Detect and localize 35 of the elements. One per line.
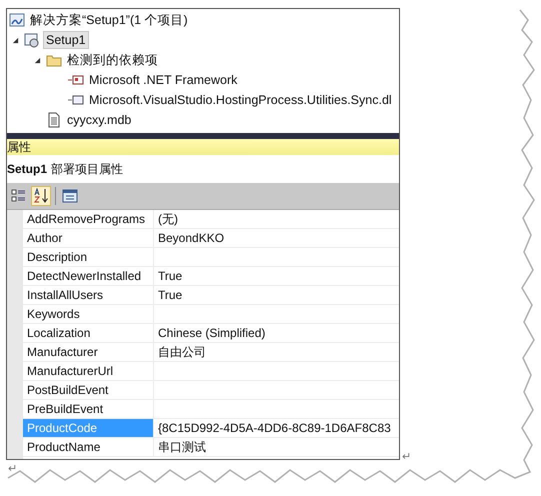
property-value[interactable]: 串口测试 bbox=[154, 438, 399, 456]
property-value[interactable]: 自由公司 bbox=[154, 343, 399, 361]
property-name[interactable]: PostBuildEvent bbox=[23, 381, 154, 399]
property-value[interactable]: True bbox=[154, 267, 399, 285]
property-name[interactable]: Author bbox=[23, 229, 154, 247]
property-name[interactable]: InstallAllUsers bbox=[23, 286, 154, 304]
tree-item[interactable]: 检测到的依赖项 bbox=[65, 50, 160, 70]
paragraph-mark: ↵ bbox=[402, 450, 411, 463]
property-name[interactable]: ManufacturerUrl bbox=[23, 362, 154, 380]
property-name[interactable]: ProductName bbox=[23, 438, 154, 456]
panel-title: 属性 bbox=[7, 138, 31, 156]
property-name[interactable]: PreBuildEvent bbox=[23, 400, 154, 418]
property-value[interactable]: (无) bbox=[154, 210, 399, 228]
tree-item[interactable]: cyycxy.mdb bbox=[65, 112, 134, 128]
property-name[interactable]: Keywords bbox=[23, 305, 154, 323]
tree-item[interactable]: Microsoft.VisualStudio.HostingProcess.Utilities.Sync.dl bbox=[87, 92, 394, 108]
property-name[interactable]: Manufacturer bbox=[23, 343, 154, 361]
property-name[interactable]: Localization bbox=[23, 324, 154, 342]
solution-title: 解决方案“Setup1”(1 个项目) bbox=[29, 12, 189, 29]
paragraph-mark: ↵ bbox=[8, 462, 17, 475]
solution-icon bbox=[9, 12, 25, 28]
property-value[interactable]: True bbox=[154, 286, 399, 304]
property-value[interactable]: Chinese (Simplified) bbox=[154, 324, 399, 342]
document-icon bbox=[46, 112, 62, 128]
property-name[interactable]: AddRemovePrograms bbox=[23, 210, 154, 228]
object-description: 部署项目属性 bbox=[51, 160, 124, 178]
setup-project-icon bbox=[24, 32, 40, 48]
property-name[interactable]: DetectNewerInstalled bbox=[23, 267, 154, 285]
property-value[interactable]: BeyondKKO bbox=[154, 229, 399, 247]
tree-item[interactable]: Microsoft .NET Framework bbox=[87, 72, 240, 88]
tree-item[interactable]: Setup1 bbox=[43, 31, 89, 49]
object-name: Setup1 bbox=[7, 162, 48, 176]
property-name[interactable]: Description bbox=[23, 248, 154, 266]
alphabetical-button[interactable] bbox=[31, 186, 51, 206]
property-value[interactable]: {8C15D992-4D5A-4DD6-8C89-1D6AF8C83 bbox=[154, 419, 399, 437]
